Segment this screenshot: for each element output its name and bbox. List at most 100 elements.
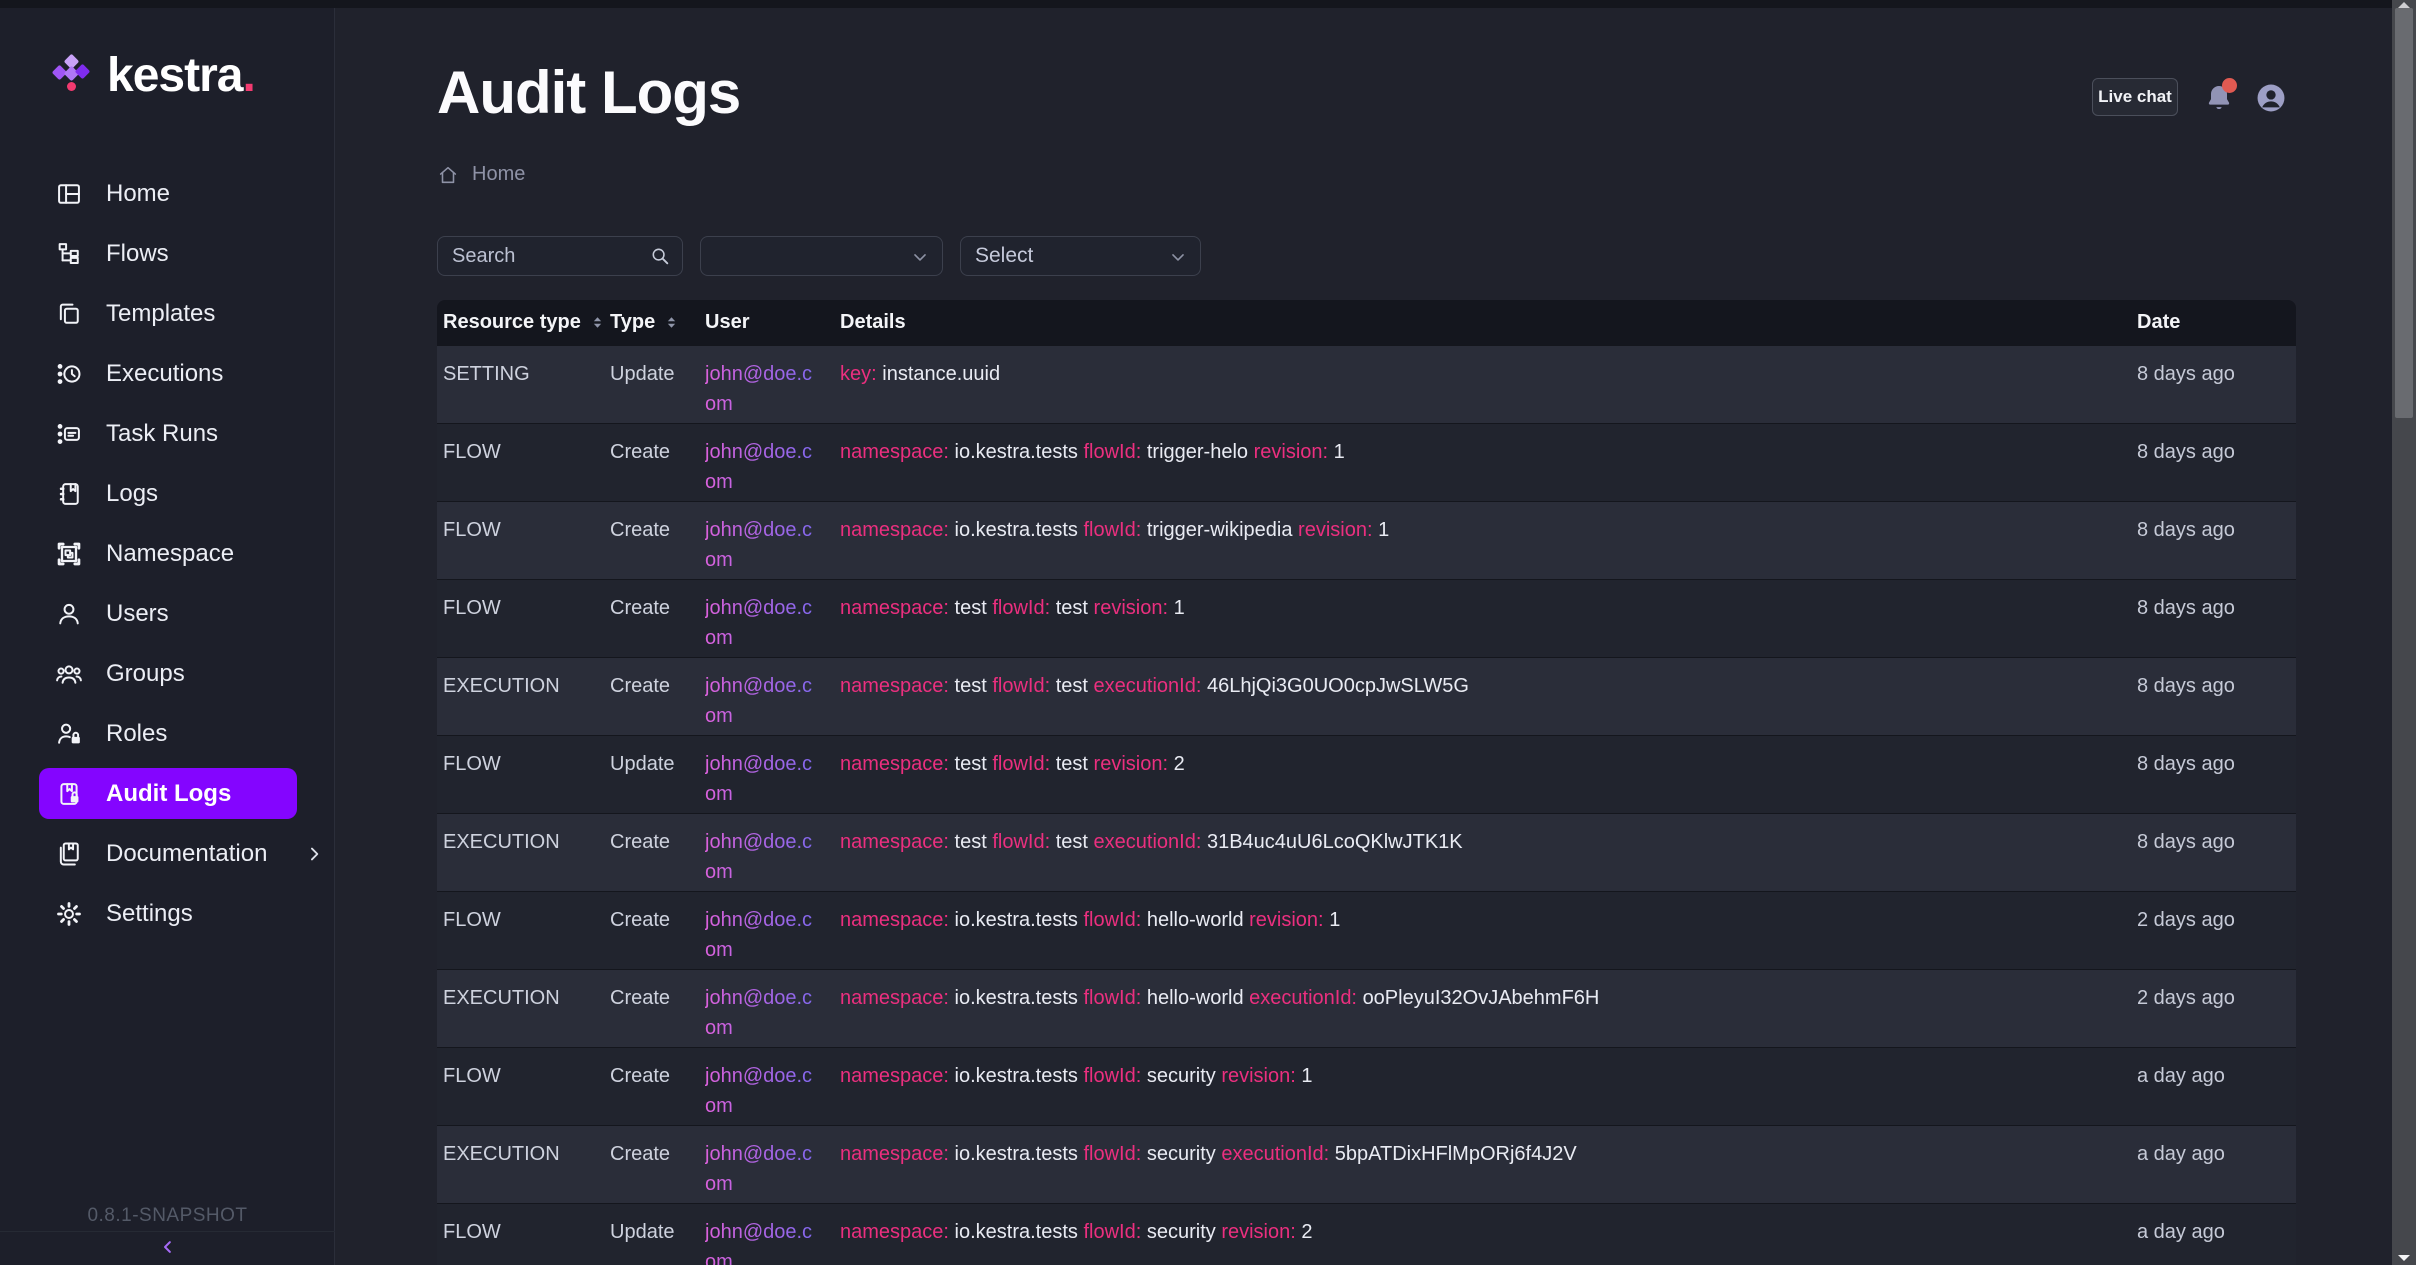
table-row[interactable]: FLOW Update john@doe.com namespace: io.k… xyxy=(437,1203,2296,1265)
users-icon xyxy=(55,600,83,628)
user-email-link[interactable]: john@doe.com xyxy=(705,1217,817,1265)
table-row[interactable]: FLOW Create john@doe.com namespace: io.k… xyxy=(437,423,2296,501)
user-email-link[interactable]: john@doe.com xyxy=(705,437,817,497)
cell-details: namespace: test flowId: test executionId… xyxy=(834,814,2131,891)
sort-icon xyxy=(591,315,604,330)
scrollbar-down-arrow[interactable] xyxy=(2398,1255,2410,1261)
cell-user: john@doe.com xyxy=(699,1126,834,1203)
sidebar-item-flows[interactable]: Flows xyxy=(0,224,334,284)
live-chat-button[interactable]: Live chat xyxy=(2092,78,2178,116)
table-row[interactable]: FLOW Create john@doe.com namespace: test… xyxy=(437,579,2296,657)
user-email-link[interactable]: john@doe.com xyxy=(705,827,817,887)
audit-logs-table: Resource type Type User Details Date SE xyxy=(437,300,2296,1265)
cell-user: john@doe.com xyxy=(699,424,834,501)
cell-date: 8 days ago xyxy=(2131,658,2296,735)
sidebar-item-documentation[interactable]: Documentation xyxy=(0,824,334,884)
cell-date: a day ago xyxy=(2131,1126,2296,1203)
user-email-link[interactable]: john@doe.com xyxy=(705,359,817,419)
cell-type: Create xyxy=(604,502,699,579)
table-row[interactable]: EXECUTION Create john@doe.com namespace:… xyxy=(437,657,2296,735)
breadcrumb[interactable]: Home xyxy=(437,163,525,186)
notifications-button[interactable] xyxy=(2203,82,2235,114)
user-email-link[interactable]: john@doe.com xyxy=(705,1061,817,1121)
sidebar-item-users[interactable]: Users xyxy=(0,584,334,644)
search-icon xyxy=(649,245,671,267)
column-header-resource-type[interactable]: Resource type xyxy=(437,311,604,334)
table-body: SETTING Update john@doe.com key: instanc… xyxy=(437,345,2296,1265)
table-row[interactable]: EXECUTION Create john@doe.com namespace:… xyxy=(437,813,2296,891)
cell-type: Create xyxy=(604,580,699,657)
home-grid-icon xyxy=(55,180,83,208)
sidebar-item-audit-logs[interactable]: Audit Logs xyxy=(0,764,334,824)
user-email-link[interactable]: john@doe.com xyxy=(705,1139,817,1199)
cell-date: 8 days ago xyxy=(2131,736,2296,813)
cell-user: john@doe.com xyxy=(699,970,834,1047)
column-header-date: Date xyxy=(2131,311,2296,334)
sort-icon xyxy=(665,315,678,330)
sidebar-item-namespace[interactable]: Namespace xyxy=(0,524,334,584)
sidebar-item-task-runs[interactable]: Task Runs xyxy=(0,404,334,464)
executions-icon xyxy=(55,360,83,388)
cell-date: 8 days ago xyxy=(2131,580,2296,657)
cell-date: 2 days ago xyxy=(2131,892,2296,969)
sidebar-item-groups[interactable]: Groups xyxy=(0,644,334,704)
cell-user: john@doe.com xyxy=(699,1204,834,1265)
user-menu-button[interactable] xyxy=(2254,81,2288,115)
chevron-left-icon xyxy=(159,1238,177,1261)
action-select-value: Select xyxy=(975,244,1033,268)
column-header-user: User xyxy=(699,311,834,334)
cell-details: namespace: io.kestra.tests flowId: secur… xyxy=(834,1204,2131,1265)
sidebar-item-home[interactable]: Home xyxy=(0,164,334,224)
sidebar-item-templates[interactable]: Templates xyxy=(0,284,334,344)
sidebar-item-settings[interactable]: Settings xyxy=(0,884,334,944)
kestra-logo[interactable]: kestra. xyxy=(0,52,335,108)
user-email-link[interactable]: john@doe.com xyxy=(705,749,817,809)
chevron-down-icon xyxy=(910,247,930,267)
filters-bar: Select xyxy=(437,236,1201,276)
cell-date: 8 days ago xyxy=(2131,346,2296,423)
flows-icon xyxy=(55,240,83,268)
user-email-link[interactable]: john@doe.com xyxy=(705,671,817,731)
table-row[interactable]: EXECUTION Create john@doe.com namespace:… xyxy=(437,969,2296,1047)
cell-details: key: instance.uuid xyxy=(834,346,2131,423)
kestra-logo-icon xyxy=(55,54,103,102)
cell-user: john@doe.com xyxy=(699,658,834,735)
sidebar-item-executions[interactable]: Executions xyxy=(0,344,334,404)
sidebar-item-logs[interactable]: Logs xyxy=(0,464,334,524)
resource-type-select[interactable] xyxy=(700,236,943,276)
cell-resource-type: EXECUTION xyxy=(437,658,604,735)
cell-resource-type: FLOW xyxy=(437,424,604,501)
table-row[interactable]: FLOW Update john@doe.com namespace: test… xyxy=(437,735,2296,813)
action-select[interactable]: Select xyxy=(960,236,1201,276)
cell-details: namespace: io.kestra.tests flowId: secur… xyxy=(834,1126,2131,1203)
home-icon xyxy=(437,164,459,186)
search-input[interactable] xyxy=(437,236,683,276)
table-row[interactable]: FLOW Create john@doe.com namespace: io.k… xyxy=(437,501,2296,579)
sidebar-divider xyxy=(0,1231,335,1232)
user-email-link[interactable]: john@doe.com xyxy=(705,983,817,1043)
main-content: Audit Logs Home Live chat Select xyxy=(336,8,2392,1265)
column-header-details: Details xyxy=(834,311,2131,334)
cell-details: namespace: io.kestra.tests flowId: hello… xyxy=(834,970,2131,1047)
vertical-scrollbar[interactable] xyxy=(2392,0,2416,1265)
sidebar-item-roles[interactable]: Roles xyxy=(0,704,334,764)
table-row[interactable]: EXECUTION Create john@doe.com namespace:… xyxy=(437,1125,2296,1203)
cell-resource-type: FLOW xyxy=(437,502,604,579)
sidebar-collapse-button[interactable] xyxy=(0,1233,335,1265)
cell-date: 8 days ago xyxy=(2131,502,2296,579)
scrollbar-thumb[interactable] xyxy=(2395,8,2413,418)
groups-icon xyxy=(55,660,83,688)
settings-icon xyxy=(55,900,83,928)
cell-resource-type: FLOW xyxy=(437,580,604,657)
table-row[interactable]: SETTING Update john@doe.com key: instanc… xyxy=(437,345,2296,423)
cell-details: namespace: io.kestra.tests flowId: secur… xyxy=(834,1048,2131,1125)
table-row[interactable]: FLOW Create john@doe.com namespace: io.k… xyxy=(437,891,2296,969)
task-runs-icon xyxy=(55,420,83,448)
user-email-link[interactable]: john@doe.com xyxy=(705,905,817,965)
app-version: 0.8.1-SNAPSHOT xyxy=(0,1205,335,1227)
user-email-link[interactable]: john@doe.com xyxy=(705,593,817,653)
user-email-link[interactable]: john@doe.com xyxy=(705,515,817,575)
column-header-type[interactable]: Type xyxy=(604,311,699,334)
table-row[interactable]: FLOW Create john@doe.com namespace: io.k… xyxy=(437,1047,2296,1125)
audit-logs-icon xyxy=(55,780,83,808)
